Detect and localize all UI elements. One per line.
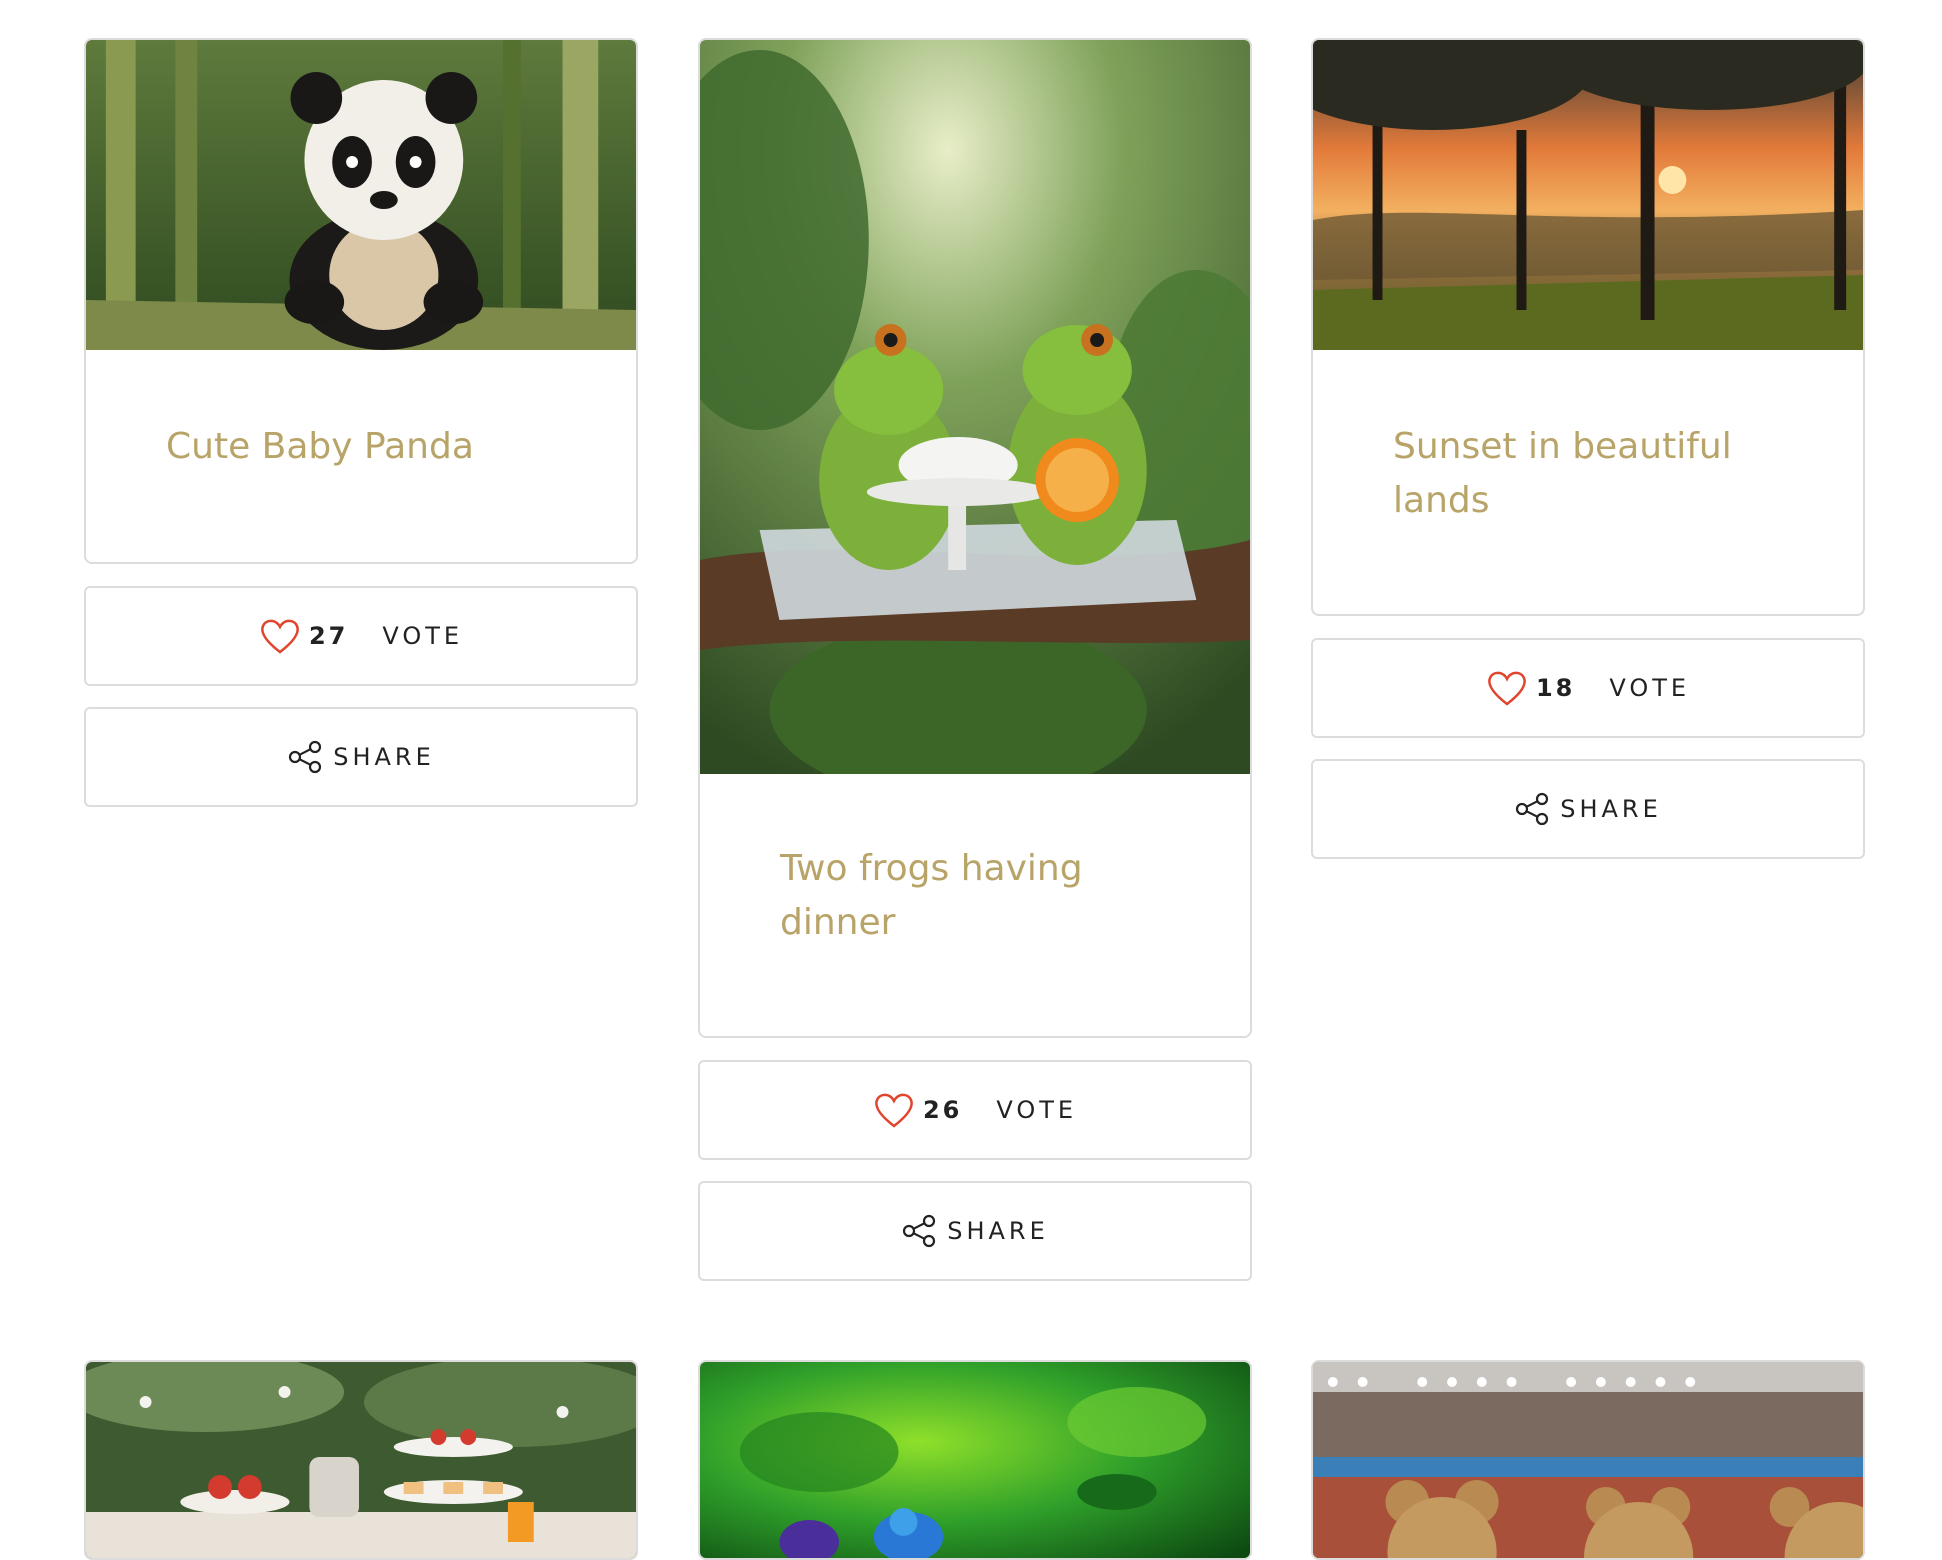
gallery-grid: Cute Baby Panda 27 VOTE SHARE Two frogs … [0,0,1942,1560]
heart-icon [875,1093,913,1128]
share-button[interactable]: SHARE [1311,759,1865,859]
card-image-frogs[interactable] [700,40,1250,774]
card-title: Two frogs having dinner [780,848,1083,943]
share-icon [903,1214,936,1248]
vote-button[interactable]: 27 VOTE [84,586,638,686]
vote-count: 18 [1535,674,1576,702]
share-label: SHARE [947,1217,1049,1245]
card-title: Sunset in beautiful lands [1393,426,1732,521]
gallery-card-teddy-bears [1311,1360,1865,1560]
heart-icon [261,619,299,654]
card-image-birds[interactable] [700,1362,1250,1558]
vote-label: VOTE [996,1096,1078,1124]
vote-label: VOTE [1609,674,1691,702]
card-image-tea-party[interactable] [86,1362,636,1558]
card-title: Cute Baby Panda [166,426,474,467]
heart-icon [1488,671,1526,706]
share-button[interactable]: SHARE [698,1181,1252,1281]
vote-count: 26 [922,1096,963,1124]
gallery-card-sunset: Sunset in beautiful lands [1311,38,1865,616]
share-button[interactable]: SHARE [84,707,638,807]
vote-button[interactable]: 18 VOTE [1311,638,1865,738]
share-label: SHARE [333,743,435,771]
share-icon [289,740,322,774]
vote-count: 27 [308,622,349,650]
card-image-sunset[interactable] [1313,40,1863,350]
vote-label: VOTE [382,622,464,650]
share-label: SHARE [1560,795,1662,823]
vote-button[interactable]: 26 VOTE [698,1060,1252,1160]
gallery-card-birds [698,1360,1252,1560]
gallery-card-tea-party [84,1360,638,1560]
share-icon [1516,792,1549,826]
gallery-card-frogs: Two frogs having dinner [698,38,1252,1038]
gallery-card-panda: Cute Baby Panda [84,38,638,564]
card-image-panda[interactable] [86,40,636,350]
card-image-teddy-bears[interactable] [1313,1362,1863,1558]
